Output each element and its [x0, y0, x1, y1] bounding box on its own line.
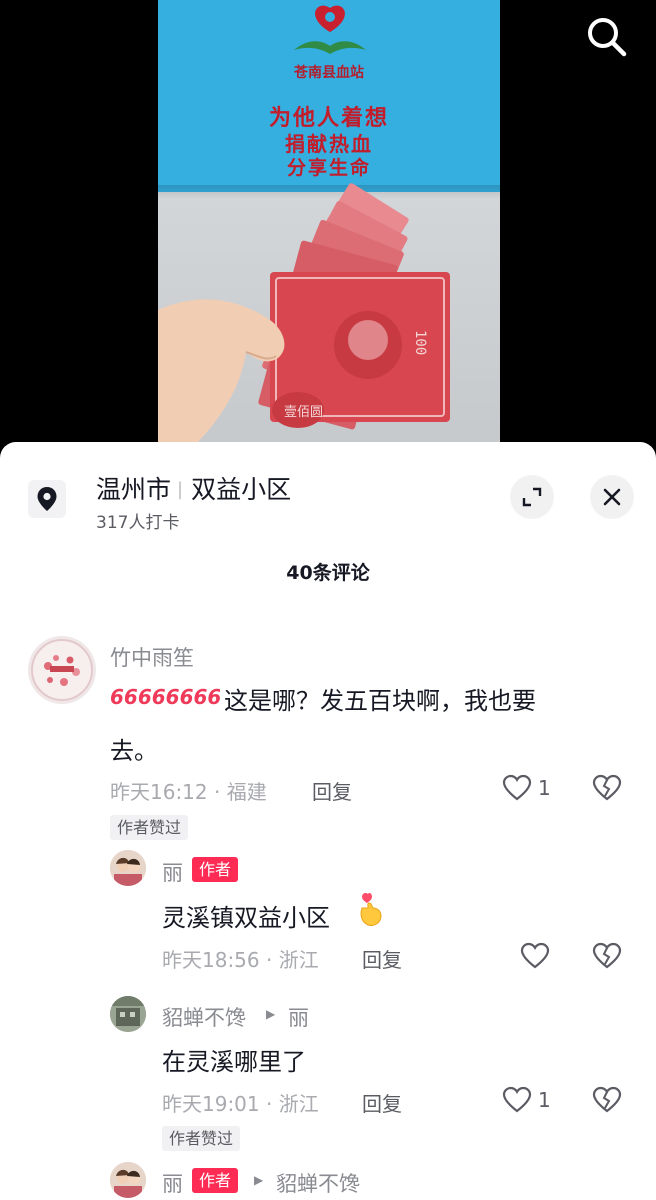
heart-icon	[502, 774, 532, 801]
like-button[interactable]: 1	[502, 774, 551, 802]
finger-heart-emoji	[360, 893, 382, 926]
emoji-666: 666666666	[110, 682, 235, 714]
checkin-count: 317人打卡	[96, 513, 180, 533]
location-pin-icon	[37, 487, 57, 511]
comment-count-title: 40条评论	[286, 562, 370, 584]
author-liked-chip: 作者赞过	[162, 1126, 241, 1151]
svg-text:666666666: 666666666	[110, 685, 220, 709]
avatar-image	[110, 1162, 146, 1198]
dislike-button[interactable]	[592, 942, 622, 974]
comment-text-continued: 去。	[110, 737, 158, 765]
location-city: 温州市	[96, 475, 172, 504]
expand-button[interactable]	[510, 475, 554, 519]
heart-icon	[520, 942, 550, 969]
broken-heart-icon	[592, 1086, 622, 1113]
comment-sheet	[0, 442, 656, 1200]
banknote-label: 壹佰圆	[284, 405, 323, 420]
search-icon	[588, 18, 627, 57]
location-place: 双益小区	[191, 475, 292, 504]
blood-station-logo	[294, 5, 366, 54]
close-button[interactable]	[590, 475, 634, 519]
avatar-image	[110, 996, 146, 1032]
comment-text: 这是哪？发五百块啊，我也要	[224, 687, 536, 715]
like-count: 1	[538, 1088, 551, 1112]
comment-meta: 昨天18:56 · 浙江	[162, 948, 319, 972]
like-button[interactable]: 1	[502, 1086, 551, 1114]
avatar[interactable]	[110, 996, 146, 1032]
expand-icon	[522, 487, 542, 507]
location-badge[interactable]	[28, 480, 66, 518]
broken-heart-icon	[592, 942, 622, 969]
dislike-button[interactable]	[592, 774, 622, 806]
reply-button[interactable]: 回复	[362, 944, 402, 973]
comment-username[interactable]: 竹中雨笙	[110, 642, 194, 672]
emoji-666-icon: 666666666	[110, 685, 235, 709]
comment-text: 在灵溪哪里了	[162, 1048, 306, 1076]
author-liked-chip: 作者赞过	[110, 815, 189, 840]
bag-org-label: 苍南县血站	[294, 65, 364, 81]
reply-button[interactable]: 回复	[312, 776, 352, 805]
video-player[interactable]: 苍南县血站 为他人着想 捐献热血 分享生命 壹佰圆 100	[0, 0, 656, 470]
comment-username[interactable]: 丽	[162, 1168, 183, 1198]
author-badge: 作者	[192, 857, 239, 882]
close-icon	[603, 488, 621, 506]
avatar[interactable]	[110, 1162, 146, 1198]
comment-meta: 昨天19:01 · 浙江	[162, 1092, 319, 1116]
comment-meta: 昨天16:12 · 福建	[110, 780, 267, 804]
location-separator: |	[177, 479, 184, 500]
like-count: 1	[538, 776, 551, 800]
heart-icon	[502, 1086, 532, 1113]
reply-to-username[interactable]: 丽	[288, 1002, 309, 1032]
video-frame: 苍南县血站 为他人着想 捐献热血 分享生命 壹佰圆 100	[158, 0, 500, 470]
avatar-image	[110, 850, 146, 886]
reply-to-username[interactable]: 貂蝉不馋	[276, 1168, 360, 1198]
dislike-button[interactable]	[592, 1086, 622, 1118]
banknotes-in-hand: 壹佰圆 100	[158, 183, 450, 442]
comment-username[interactable]: 丽	[162, 857, 183, 887]
search-button[interactable]	[584, 14, 630, 60]
reply-arrow-icon: ▶	[254, 1173, 264, 1187]
comment-username[interactable]: 貂蝉不馋	[162, 1002, 246, 1032]
broken-heart-icon	[592, 774, 622, 801]
avatar-image	[31, 639, 93, 701]
like-button[interactable]	[520, 942, 550, 970]
location-title[interactable]: 温州市 | 双益小区	[96, 470, 291, 506]
bag-slogan-3: 分享生命	[286, 157, 371, 179]
svg-text:100: 100	[412, 330, 428, 355]
comment-text: 灵溪镇双益小区	[162, 904, 330, 932]
reply-arrow-icon: ▶	[266, 1007, 276, 1021]
author-badge: 作者	[192, 1168, 239, 1193]
avatar[interactable]	[28, 636, 96, 704]
reply-button[interactable]: 回复	[362, 1088, 402, 1117]
avatar[interactable]	[110, 850, 146, 886]
